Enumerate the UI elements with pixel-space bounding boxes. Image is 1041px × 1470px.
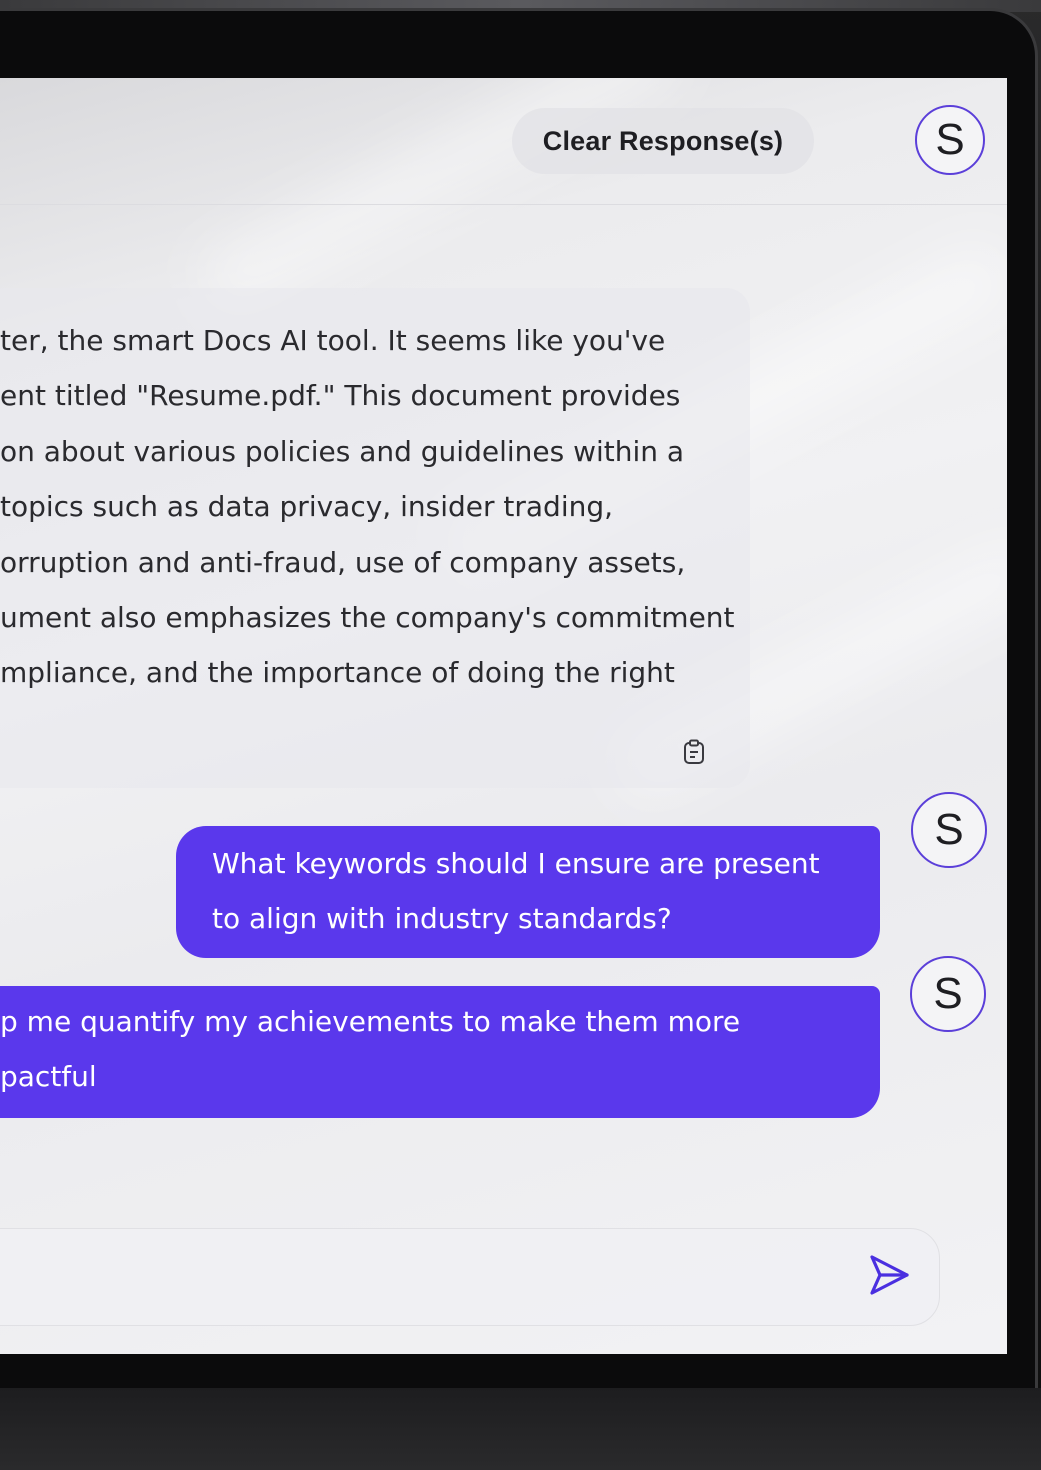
user-avatar: S	[911, 792, 987, 868]
ai-message-line: on about various policies and guidelines…	[0, 434, 685, 468]
user-message-bubble: p me quantify my achievements to make th…	[0, 986, 880, 1118]
ai-message-line: ent titled "Resume.pdf." This document p…	[0, 379, 681, 413]
ai-message-line: mpliance, and the importance of doing th…	[0, 656, 675, 690]
user-message-line: What keywords should I ensure are presen…	[212, 847, 820, 880]
ai-message-line: topics such as data privacy, insider tra…	[0, 490, 614, 524]
ai-message-line: ter, the smart Docs AI tool. It seems li…	[0, 324, 666, 357]
ai-message-text: ter, the smart Docs AI tool. It seems li…	[0, 313, 760, 701]
message-input[interactable]	[0, 1228, 940, 1326]
user-avatar[interactable]: S	[915, 105, 985, 175]
send-icon[interactable]	[866, 1252, 912, 1298]
user-message-line: pactful	[0, 1060, 97, 1093]
ai-message-line: ument also emphasizes the company's comm…	[0, 600, 735, 634]
user-message-line: to align with industry standards?	[212, 902, 672, 935]
ai-message-line: orruption and anti-fraud, use of company…	[0, 545, 686, 579]
clipboard-icon[interactable]	[680, 738, 708, 766]
user-avatar: S	[910, 956, 986, 1032]
device-chassis	[0, 1388, 1041, 1470]
user-message-bubble: What keywords should I ensure are presen…	[176, 826, 880, 958]
user-message-line: p me quantify my achievements to make th…	[0, 1005, 741, 1038]
clear-responses-button[interactable]: Clear Response(s)	[512, 108, 814, 174]
chat-header: Clear Response(s) S	[0, 78, 1007, 205]
chat-screen: Clear Response(s) S ter, the smart Docs …	[0, 78, 1007, 1354]
laptop-device: Clear Response(s) S ter, the smart Docs …	[0, 0, 1041, 1470]
